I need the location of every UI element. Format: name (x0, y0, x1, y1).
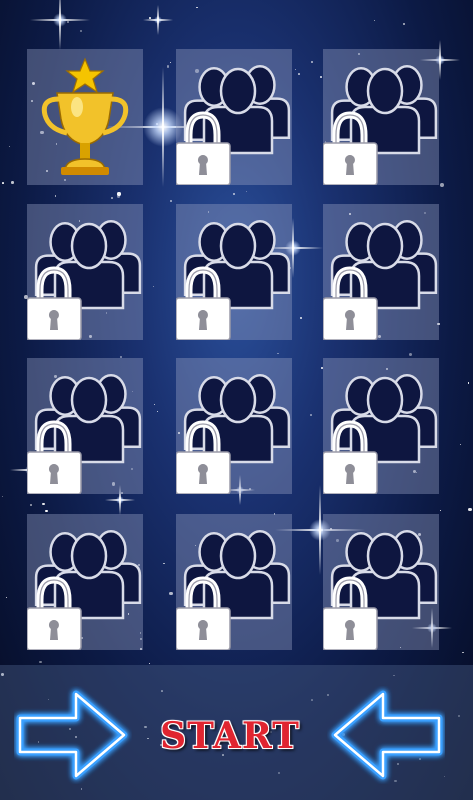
people-group-icon (183, 530, 291, 620)
people-group-icon (183, 220, 291, 310)
people-group-icon (183, 65, 291, 155)
level-tile-10[interactable] (27, 514, 143, 650)
level-tile-1[interactable] (27, 49, 143, 185)
people-group-icon (330, 374, 438, 464)
trophy-icon (41, 57, 129, 175)
level-tile-6[interactable] (323, 204, 439, 340)
start-button[interactable]: START (150, 712, 310, 760)
people-group-icon (34, 374, 142, 464)
level-tile-11[interactable] (176, 514, 292, 650)
level-tile-5[interactable] (176, 204, 292, 340)
level-tile-4[interactable] (27, 204, 143, 340)
level-tile-3[interactable] (323, 49, 439, 185)
people-group-icon (34, 220, 142, 310)
people-group-icon (330, 530, 438, 620)
level-tile-2[interactable] (176, 49, 292, 185)
level-tile-9[interactable] (323, 358, 439, 494)
arrow-left-icon[interactable] (327, 686, 445, 784)
people-group-icon (34, 530, 142, 620)
level-tile-12[interactable] (323, 514, 439, 650)
level-tile-7[interactable] (27, 358, 143, 494)
arrow-right-icon[interactable] (14, 686, 132, 784)
people-group-icon (330, 220, 438, 310)
people-group-icon (330, 65, 438, 155)
people-group-icon (183, 374, 291, 464)
level-grid (0, 0, 473, 665)
level-tile-8[interactable] (176, 358, 292, 494)
